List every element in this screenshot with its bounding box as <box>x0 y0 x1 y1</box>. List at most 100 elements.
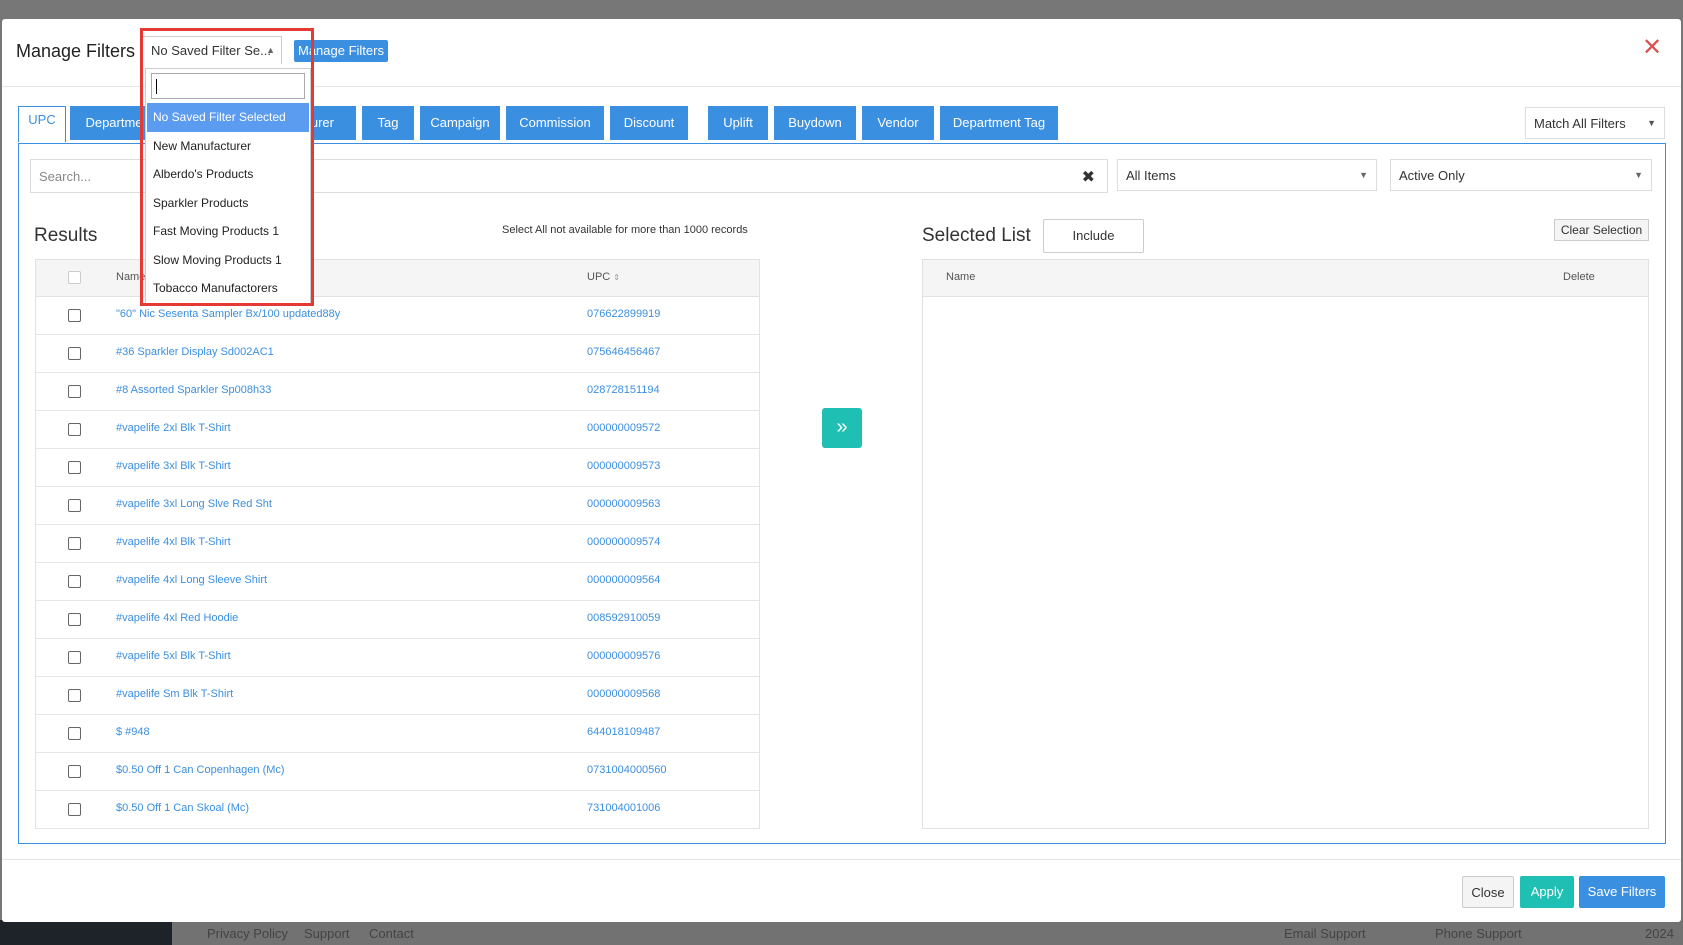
row-name-link[interactable]: #vapelife 2xl Blk T-Shirt <box>116 422 231 434</box>
chevron-down-icon: ▼ <box>1634 170 1643 180</box>
phone-support-link[interactable]: Phone Support <box>1435 926 1522 941</box>
row-upc-link[interactable]: 000000009563 <box>587 498 660 510</box>
support-link[interactable]: Support <box>304 926 350 941</box>
match-filters-select[interactable]: Match All Filters ▼ <box>1525 107 1665 139</box>
move-right-button[interactable]: » <box>822 408 862 448</box>
row-name-link[interactable]: $0.50 Off 1 Can Skoal (Mc) <box>116 802 249 814</box>
page-footer: Privacy Policy Support Contact Email Sup… <box>172 920 1683 945</box>
table-row[interactable]: $ #948 644018109487 <box>36 714 759 753</box>
col-selected-name: Name <box>946 271 976 283</box>
row-name-link[interactable]: "60" Nic Sesenta Sampler Bx/100 updated8… <box>116 308 340 320</box>
row-checkbox[interactable] <box>68 423 81 436</box>
row-checkbox[interactable] <box>68 651 81 664</box>
row-name-link[interactable]: #vapelife 4xl Blk T-Shirt <box>116 536 231 548</box>
selected-table: Name Delete <box>922 259 1649 829</box>
col-upc[interactable]: UPC ⇕ <box>587 271 620 283</box>
tab-uplift[interactable]: Uplift <box>708 106 768 140</box>
row-checkbox[interactable] <box>68 499 81 512</box>
row-name-link[interactable]: #36 Sparkler Display Sd002AC1 <box>116 346 274 358</box>
close-icon[interactable]: ✕ <box>1642 33 1662 62</box>
selected-header: Name Delete <box>923 260 1648 297</box>
row-upc-link[interactable]: 008592910059 <box>587 612 660 624</box>
row-checkbox[interactable] <box>68 461 81 474</box>
double-chevron-right-icon: » <box>836 416 848 438</box>
footer-divider <box>2 859 1681 860</box>
row-checkbox[interactable] <box>68 803 81 816</box>
row-upc-link[interactable]: 000000009576 <box>587 650 660 662</box>
clear-search-icon[interactable]: ✖ <box>1082 167 1095 187</box>
table-row[interactable]: #8 Assorted Sparkler Sp008h33 02872815119… <box>36 372 759 411</box>
row-upc-link[interactable]: 075646456467 <box>587 346 660 358</box>
row-upc-link[interactable]: 731004001006 <box>587 802 660 814</box>
row-checkbox[interactable] <box>68 575 81 588</box>
row-name-link[interactable]: #vapelife 5xl Blk T-Shirt <box>116 650 231 662</box>
contact-link[interactable]: Contact <box>369 926 414 941</box>
table-row[interactable]: #vapelife 4xl Red Hoodie 008592910059 <box>36 600 759 639</box>
row-name-link[interactable]: #vapelife 3xl Long Slve Red Sht <box>116 498 272 510</box>
email-support-link[interactable]: Email Support <box>1284 926 1366 941</box>
row-upc-link[interactable]: 076622899919 <box>587 308 660 320</box>
table-row[interactable]: #vapelife Sm Blk T-Shirt 000000009568 <box>36 676 759 715</box>
row-checkbox[interactable] <box>68 385 81 398</box>
tab-discount[interactable]: Discount <box>610 106 688 140</box>
tab-tag[interactable]: Tag <box>362 106 414 140</box>
copyright-year: 2024 <box>1645 926 1674 941</box>
row-checkbox[interactable] <box>68 347 81 360</box>
col-delete: Delete <box>1563 271 1595 283</box>
row-name-link[interactable]: $0.50 Off 1 Can Copenhagen (Mc) <box>116 764 285 776</box>
row-checkbox[interactable] <box>68 537 81 550</box>
row-name-link[interactable]: #vapelife Sm Blk T-Shirt <box>116 688 233 700</box>
tab-campaign[interactable]: Campaign <box>420 106 500 140</box>
tab-vendor[interactable]: Vendor <box>862 106 934 140</box>
apply-button[interactable]: Apply <box>1520 876 1574 908</box>
manage-filters-modal: Manage Filters ✕ No Saved Filter Se... ▲… <box>2 19 1681 922</box>
table-row[interactable]: $0.50 Off 1 Can Copenhagen (Mc) 073100400… <box>36 752 759 791</box>
row-name-link[interactable]: #vapelife 4xl Red Hoodie <box>116 612 238 624</box>
row-checkbox[interactable] <box>68 727 81 740</box>
row-upc-link[interactable]: 644018109487 <box>587 726 660 738</box>
row-checkbox[interactable] <box>68 765 81 778</box>
close-button[interactable]: Close <box>1462 876 1514 908</box>
results-title: Results <box>34 225 98 246</box>
row-upc-link[interactable]: 000000009564 <box>587 574 660 586</box>
row-upc-link[interactable]: 000000009574 <box>587 536 660 548</box>
status-filter-value: Active Only <box>1399 168 1465 183</box>
row-checkbox[interactable] <box>68 689 81 702</box>
row-name-link[interactable]: $ #948 <box>116 726 150 738</box>
highlight-box <box>140 28 314 306</box>
row-name-link[interactable]: #8 Assorted Sparkler Sp008h33 <box>116 384 271 396</box>
row-upc-link[interactable]: 000000009573 <box>587 460 660 472</box>
clear-selection-button[interactable]: Clear Selection <box>1554 219 1649 241</box>
results-table: Name UPC ⇕ "60" Nic Sesenta Sampler Bx/1… <box>35 259 760 829</box>
tab-upc[interactable]: UPC <box>18 106 66 142</box>
status-filter-select[interactable]: Active Only ▼ <box>1390 159 1652 191</box>
tab-department-tag[interactable]: Department Tag <box>940 106 1058 140</box>
table-row[interactable]: #vapelife 4xl Blk T-Shirt 000000009574 <box>36 524 759 563</box>
row-upc-link[interactable]: 0731004000560 <box>587 764 667 776</box>
table-row[interactable]: #vapelife 3xl Long Slve Red Sht 000000009… <box>36 486 759 525</box>
row-checkbox[interactable] <box>68 613 81 626</box>
table-row[interactable]: #vapelife 4xl Long Sleeve Shirt 000000009… <box>36 562 759 601</box>
table-row[interactable]: $0.50 Off 1 Can Skoal (Mc) 731004001006 <box>36 790 759 829</box>
select-all-checkbox[interactable] <box>68 271 81 284</box>
privacy-link[interactable]: Privacy Policy <box>207 926 288 941</box>
row-upc-link[interactable]: 000000009568 <box>587 688 660 700</box>
row-name-link[interactable]: #vapelife 4xl Long Sleeve Shirt <box>116 574 267 586</box>
table-row[interactable]: #36 Sparkler Display Sd002AC1 07564645646… <box>36 334 759 373</box>
row-upc-link[interactable]: 028728151194 <box>587 384 660 396</box>
table-row[interactable]: #vapelife 2xl Blk T-Shirt 000000009572 <box>36 410 759 449</box>
match-filters-value: Match All Filters <box>1534 116 1626 131</box>
tab-buydown[interactable]: Buydown <box>774 106 856 140</box>
row-name-link[interactable]: #vapelife 3xl Blk T-Shirt <box>116 460 231 472</box>
table-row[interactable]: #vapelife 3xl Blk T-Shirt 000000009573 <box>36 448 759 487</box>
row-upc-link[interactable]: 000000009572 <box>587 422 660 434</box>
row-checkbox[interactable] <box>68 309 81 322</box>
chevron-down-icon: ▼ <box>1359 170 1368 180</box>
save-filters-button[interactable]: Save Filters <box>1579 876 1665 908</box>
tab-commission[interactable]: Commission <box>506 106 604 140</box>
include-toggle[interactable]: Include <box>1043 219 1144 253</box>
items-filter-select[interactable]: All Items ▼ <box>1117 159 1377 191</box>
search-placeholder: Search... <box>39 169 92 184</box>
results-note: Select All not available for more than 1… <box>502 224 748 236</box>
table-row[interactable]: #vapelife 5xl Blk T-Shirt 000000009576 <box>36 638 759 677</box>
